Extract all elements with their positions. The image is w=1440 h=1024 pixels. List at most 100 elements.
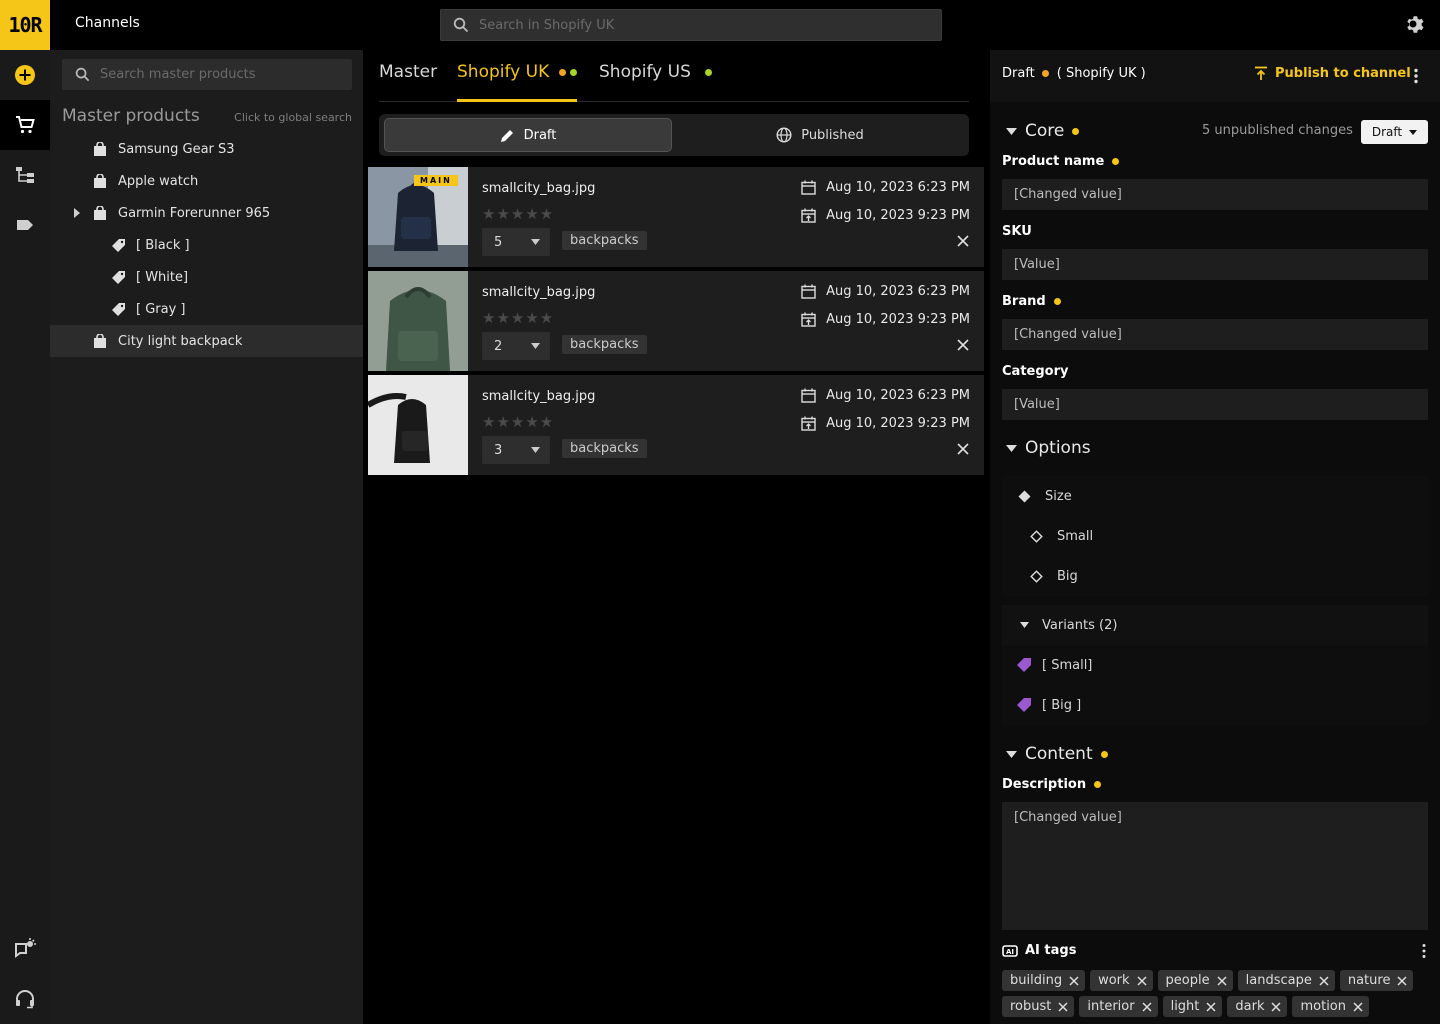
close-icon[interactable] bbox=[1206, 1001, 1216, 1012]
version-select[interactable]: Draft bbox=[1361, 120, 1428, 144]
tree-item-variant[interactable]: [ White] bbox=[50, 261, 363, 293]
close-icon[interactable] bbox=[1397, 975, 1407, 986]
master-search[interactable] bbox=[62, 59, 352, 90]
add-button[interactable] bbox=[0, 50, 50, 100]
master-products-header: Master products Click to global search bbox=[62, 106, 352, 126]
feedback-button[interactable] bbox=[0, 924, 50, 974]
quantity-select[interactable]: 2 bbox=[482, 332, 550, 360]
asset-tag-chip[interactable]: backpacks bbox=[562, 231, 647, 250]
tree-item-product[interactable]: Samsung Gear S3 bbox=[50, 133, 363, 165]
ai-tag-chip[interactable]: robust bbox=[1002, 996, 1075, 1017]
category-input[interactable] bbox=[1002, 389, 1428, 420]
variant-big[interactable]: [ Big ] bbox=[1002, 685, 1428, 725]
shopping-bag-icon bbox=[92, 173, 108, 189]
scheduled-date: Aug 10, 2023 9:23 PM bbox=[801, 208, 970, 223]
close-icon[interactable] bbox=[956, 234, 970, 248]
tree-item-product[interactable]: Garmin Forerunner 965 bbox=[50, 197, 363, 229]
diamond-outline-icon bbox=[1030, 569, 1043, 583]
gear-icon[interactable] bbox=[1403, 13, 1427, 37]
support-button[interactable] bbox=[0, 974, 50, 1024]
close-icon[interactable] bbox=[1353, 1001, 1363, 1012]
close-icon[interactable] bbox=[956, 442, 970, 456]
tree-item-product[interactable]: Apple watch bbox=[50, 165, 363, 197]
close-icon[interactable] bbox=[1058, 1001, 1068, 1012]
content-section-toggle[interactable]: Content bbox=[1006, 744, 1108, 764]
asset-thumbnail[interactable]: MAIN bbox=[368, 167, 468, 267]
chevron-down-icon bbox=[531, 343, 540, 349]
asset-thumbnail[interactable] bbox=[368, 375, 468, 475]
more-vert-icon[interactable] bbox=[1408, 68, 1424, 84]
asset-card[interactable]: smallcity_bag.jpg ★★★★★ 2 backpacks Aug … bbox=[368, 271, 984, 371]
sku-input[interactable] bbox=[1002, 249, 1428, 280]
rating-stars[interactable]: ★★★★★ bbox=[482, 309, 554, 327]
tree-item-variant[interactable]: [ Black ] bbox=[50, 229, 363, 261]
asset-card[interactable]: smallcity_bag.jpg ★★★★★ 3 backpacks Aug … bbox=[368, 375, 984, 475]
variant-small[interactable]: [ Small] bbox=[1002, 645, 1428, 685]
channels-nav-button[interactable] bbox=[0, 100, 50, 150]
hierarchy-nav-button[interactable] bbox=[0, 150, 50, 200]
quantity-select[interactable]: 3 bbox=[482, 436, 550, 464]
asset-thumbnail[interactable] bbox=[368, 271, 468, 371]
tab-shopify-uk[interactable]: Shopify UK bbox=[457, 62, 578, 102]
description-textarea[interactable]: [Changed value] bbox=[1002, 802, 1428, 930]
close-icon[interactable] bbox=[1137, 975, 1147, 986]
ai-tag-chip[interactable]: motion bbox=[1292, 996, 1370, 1017]
field-label-category: Category bbox=[1002, 364, 1069, 379]
brand-input[interactable] bbox=[1002, 319, 1428, 350]
close-icon[interactable] bbox=[1142, 1001, 1152, 1012]
ai-tag-chip[interactable]: interior bbox=[1079, 996, 1158, 1017]
caret-down-icon bbox=[1006, 444, 1017, 452]
close-icon[interactable] bbox=[1319, 975, 1329, 986]
tab-master[interactable]: Master bbox=[379, 62, 437, 102]
tree-item-variant[interactable]: [ Gray ] bbox=[50, 293, 363, 325]
option-size[interactable]: Size bbox=[1002, 476, 1428, 516]
asset-tag-chip[interactable]: backpacks bbox=[562, 439, 647, 458]
field-label-product-name: Product name bbox=[1002, 154, 1120, 169]
tree-item-product-selected[interactable]: City light backpack bbox=[50, 325, 363, 357]
ai-tags-list: building work people landscape nature ro… bbox=[1002, 970, 1432, 1017]
ai-tag-chip[interactable]: light bbox=[1162, 996, 1223, 1017]
calendar-icon bbox=[801, 284, 816, 299]
calendar-publish-icon bbox=[801, 208, 816, 223]
draft-segment[interactable]: Draft bbox=[384, 118, 672, 152]
asset-filename: smallcity_bag.jpg bbox=[482, 181, 596, 196]
rating-stars[interactable]: ★★★★★ bbox=[482, 413, 554, 431]
app-logo[interactable]: 10R bbox=[0, 0, 50, 50]
core-section-toggle[interactable]: Core bbox=[1006, 121, 1080, 141]
master-search-input[interactable] bbox=[100, 67, 340, 82]
close-icon[interactable] bbox=[956, 338, 970, 352]
option-value-big[interactable]: Big bbox=[1002, 556, 1428, 596]
asset-tag-chip[interactable]: backpacks bbox=[562, 335, 647, 354]
channel-search[interactable] bbox=[440, 9, 942, 41]
variants-toggle[interactable]: Variants (2) bbox=[1002, 605, 1428, 645]
tree-item-label: Samsung Gear S3 bbox=[118, 141, 235, 157]
global-search-link[interactable]: Click to global search bbox=[234, 111, 352, 124]
variant-tag-icon bbox=[1017, 658, 1031, 672]
tab-shopify-us[interactable]: Shopify US bbox=[599, 62, 712, 102]
publish-to-channel-button[interactable]: Publish to channel bbox=[1254, 66, 1411, 81]
ai-tag-chip[interactable]: work bbox=[1090, 970, 1153, 991]
ai-tag-chip[interactable]: dark bbox=[1227, 996, 1288, 1017]
ai-tag-chip[interactable]: landscape bbox=[1237, 970, 1335, 991]
ai-tag-chip[interactable]: building bbox=[1002, 970, 1086, 991]
caret-right-icon[interactable] bbox=[72, 208, 82, 218]
published-dot bbox=[570, 69, 578, 76]
tree-item-label: [ Black ] bbox=[136, 237, 190, 253]
close-icon[interactable] bbox=[1217, 975, 1227, 986]
options-section-toggle[interactable]: Options bbox=[1006, 438, 1091, 458]
channel-search-input[interactable] bbox=[479, 17, 919, 33]
diamond-filled-icon bbox=[1018, 490, 1031, 502]
ai-tag-chip[interactable]: people bbox=[1157, 970, 1233, 991]
close-icon[interactable] bbox=[1069, 975, 1079, 986]
tree-item-label: [ White] bbox=[136, 269, 189, 285]
asset-card[interactable]: MAIN smallcity_bag.jpg ★★★★★ 5 backpacks… bbox=[368, 167, 984, 267]
product-name-input[interactable] bbox=[1002, 179, 1428, 210]
option-value-small[interactable]: Small bbox=[1002, 516, 1428, 556]
ai-tags-more-icon[interactable] bbox=[1416, 943, 1432, 959]
quantity-select[interactable]: 5 bbox=[482, 228, 550, 256]
labels-nav-button[interactable] bbox=[0, 200, 50, 250]
close-icon[interactable] bbox=[1271, 1001, 1282, 1012]
rating-stars[interactable]: ★★★★★ bbox=[482, 205, 554, 223]
ai-tag-chip[interactable]: nature bbox=[1339, 970, 1414, 991]
published-segment[interactable]: Published bbox=[676, 118, 964, 152]
